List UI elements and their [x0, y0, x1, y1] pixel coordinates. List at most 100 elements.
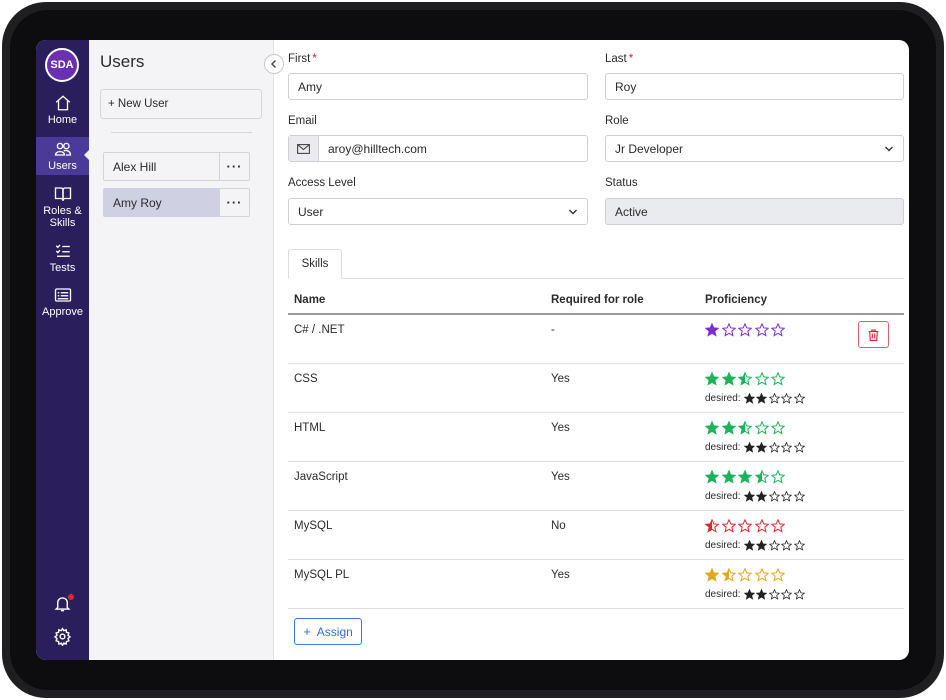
gear-icon[interactable] [53, 627, 72, 646]
email-field[interactable]: aroy@hilltech.com [288, 135, 588, 162]
desired-rating: desired: [705, 393, 806, 404]
table-row: MySQL PL Yes desired: [288, 560, 904, 609]
divider [111, 132, 252, 133]
email-value: aroy@hilltech.com [328, 141, 427, 156]
book-icon [54, 187, 71, 201]
star-filled-icon [721, 372, 736, 386]
skill-name: MySQL [294, 520, 333, 532]
skill-name: CSS [294, 373, 318, 385]
star-filled-icon [756, 589, 768, 600]
required-for-role: Yes [551, 422, 570, 434]
new-user-button[interactable]: + New User [100, 89, 262, 119]
required-for-role: Yes [551, 569, 570, 581]
proficiency-rating[interactable] [705, 372, 788, 386]
required-for-role: - [551, 324, 555, 336]
nav-item-home[interactable]: Home [36, 94, 89, 130]
app-logo[interactable]: SDA [45, 48, 79, 82]
user-more-button[interactable]: ··· [220, 188, 250, 217]
user-row-amy-roy: Amy Roy ··· [103, 188, 250, 217]
skill-name: MySQL PL [294, 569, 350, 581]
proficiency-rating[interactable] [705, 421, 788, 435]
plus-icon: + [303, 624, 311, 639]
star-half-icon [738, 421, 752, 435]
trash-icon [868, 328, 879, 341]
app-screen: SDA Home Users Roles & Skills Tests Appr… [36, 40, 909, 660]
nav-item-tests[interactable]: Tests [36, 242, 89, 276]
proficiency-rating[interactable] [705, 519, 788, 533]
home-icon [55, 95, 70, 111]
desired-rating: desired: [705, 491, 806, 502]
user-name[interactable]: Amy Roy [103, 188, 220, 217]
star-filled-icon [756, 393, 768, 404]
star-filled-icon [705, 372, 719, 386]
assign-button[interactable]: + Assign [294, 618, 362, 645]
star-filled-icon [705, 421, 719, 435]
star-empty-icon [754, 519, 769, 533]
delete-skill-button[interactable] [858, 321, 889, 348]
collapse-panel-button[interactable] [264, 54, 284, 74]
star-empty-icon [768, 589, 780, 600]
tab-divider [288, 278, 904, 279]
star-empty-icon [754, 323, 769, 337]
email-label: Email [288, 115, 317, 127]
last-name-label: Last * [605, 53, 633, 65]
table-row: CSS Yes desired: [288, 364, 904, 413]
star-filled-icon [743, 540, 755, 551]
label-text: Last [605, 53, 627, 65]
star-filled-icon [705, 323, 719, 337]
table-row: C# / .NET - [288, 315, 904, 364]
user-more-button[interactable]: ··· [220, 152, 250, 181]
required-mark: * [312, 53, 317, 65]
star-empty-icon [781, 540, 793, 551]
star-empty-icon [738, 568, 752, 582]
role-value: Jr Developer [615, 141, 684, 156]
star-empty-icon [793, 393, 805, 404]
users-icon [54, 142, 71, 156]
desired-label: desired: [705, 442, 741, 453]
nav-item-users[interactable]: Users [36, 137, 90, 175]
nav-item-approve[interactable]: Approve [36, 286, 89, 320]
nav-item-roles-skills[interactable]: Roles & Skills [36, 185, 89, 231]
user-name[interactable]: Alex Hill [103, 152, 220, 181]
nav-label: Approve [42, 306, 83, 318]
desired-label: desired: [705, 589, 741, 600]
access-level-value: User [298, 204, 324, 219]
last-name-field[interactable]: Roy [605, 73, 904, 100]
list-check-icon [55, 244, 70, 257]
required-for-role: Yes [551, 373, 570, 385]
nav-label: Users [48, 160, 77, 172]
star-filled-icon [705, 568, 719, 582]
status-label: Status [605, 177, 638, 189]
star-empty-icon [793, 540, 805, 551]
role-select[interactable]: Jr Developer [605, 135, 904, 162]
star-filled-icon [756, 540, 768, 551]
assign-label: Assign [316, 624, 353, 639]
proficiency-rating[interactable] [705, 323, 788, 337]
tab-skills[interactable]: Skills [288, 249, 342, 279]
star-empty-icon [781, 442, 793, 453]
skill-name: C# / .NET [294, 324, 345, 336]
star-filled-icon [756, 491, 768, 502]
star-empty-icon [768, 442, 780, 453]
column-header-required: Required for role [551, 294, 644, 306]
skill-name: HTML [294, 422, 326, 434]
desired-label: desired: [705, 491, 741, 502]
proficiency-rating[interactable] [705, 470, 788, 484]
star-empty-icon [754, 372, 769, 386]
desired-rating: desired: [705, 442, 806, 453]
star-filled-icon [743, 589, 755, 600]
star-empty-icon [781, 589, 793, 600]
proficiency-rating[interactable] [705, 568, 788, 582]
desired-rating: desired: [705, 540, 806, 551]
star-filled-icon [743, 393, 755, 404]
star-half-icon [705, 519, 719, 533]
access-level-select[interactable]: User [288, 198, 588, 225]
first-name-field[interactable]: Amy [288, 73, 588, 100]
desired-rating: desired: [705, 589, 806, 600]
star-half-icon [738, 372, 752, 386]
star-empty-icon [738, 323, 752, 337]
star-empty-icon [768, 540, 780, 551]
star-empty-icon [793, 491, 805, 502]
chevron-down-icon [569, 209, 577, 215]
table-row: HTML Yes desired: [288, 413, 904, 462]
